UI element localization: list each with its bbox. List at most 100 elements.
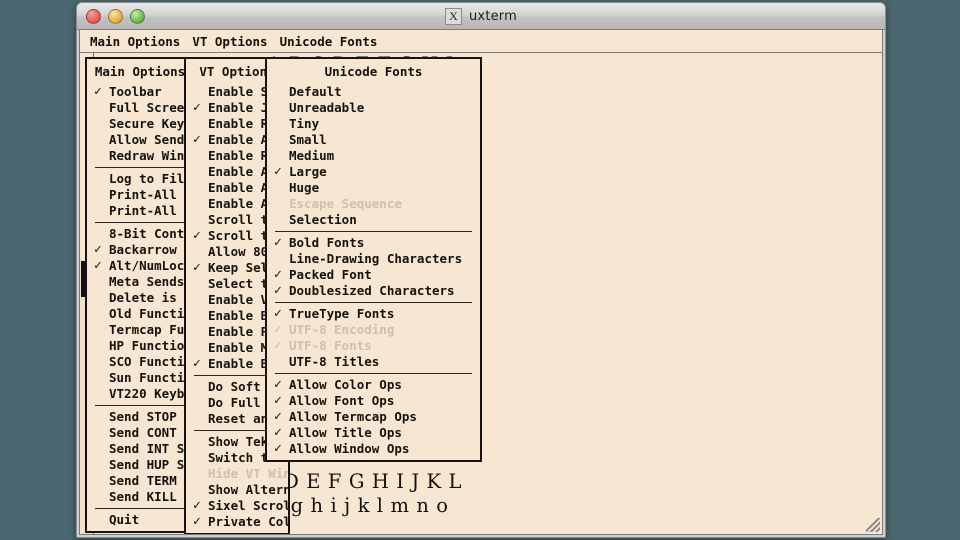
menubar: Main Options VT Options Unicode Fonts	[80, 30, 882, 53]
screen: X uxterm Main Options VT Options Unicode…	[0, 0, 960, 540]
menu-unicode-fonts-item-label: Huge	[289, 180, 319, 195]
window-title-group: X uxterm	[77, 3, 885, 29]
menu-unicode-fonts-item[interactable]: ✓Allow Window Ops	[267, 441, 480, 457]
menu-main-options-item[interactable]: Allow SendEvents	[87, 132, 193, 148]
menu-vt-options-item[interactable]: Show Alternate Screen	[186, 482, 288, 498]
menu-unicode-fonts-separator	[275, 231, 472, 232]
resize-grip[interactable]	[866, 518, 880, 532]
menu-main-options-item-label: Send INT Signal	[109, 441, 193, 456]
menu-unicode-fonts-items: DefaultUnreadableTinySmallMedium✓LargeHu…	[267, 84, 480, 457]
menu-unicode-fonts-item[interactable]: ✓Large	[267, 164, 480, 180]
minimize-button-icon[interactable]	[108, 9, 123, 24]
menu-main-options-item[interactable]: Send HUP Signal	[87, 457, 193, 473]
checkmark-icon: ✓	[94, 84, 106, 100]
menu-main-options-item-label: Backarrow Key (BS/DEL)	[109, 242, 193, 257]
menu-main-options-item-label: Alt/NumLock Modifiers	[109, 258, 193, 273]
menu-main-options-item-label: Print-All on Error	[109, 203, 193, 218]
menu-unicode-fonts-item[interactable]: Medium	[267, 148, 480, 164]
checkmark-icon: ✓	[193, 514, 205, 530]
menu-main-options-item-label: Allow SendEvents	[109, 132, 193, 147]
menu-main-options-title: Main Options	[87, 61, 193, 84]
menu-main-options-item[interactable]: Send KILL Signal	[87, 489, 193, 505]
menu-unicode-fonts-item[interactable]: Default	[267, 84, 480, 100]
menu-main-options-item[interactable]: Secure Keyboard	[87, 116, 193, 132]
menu-unicode-fonts-item[interactable]: Small	[267, 132, 480, 148]
menu-main-options-item[interactable]: SCO Function-Keys	[87, 354, 193, 370]
checkmark-icon: ✓	[274, 322, 286, 338]
menu-main-options-item-label: Log to File	[109, 171, 192, 186]
menu-unicode-fonts-item[interactable]: ✓Doublesized Characters	[267, 283, 480, 299]
menu-main-options-items: ✓ToolbarFull ScreenSecure KeyboardAllow …	[87, 84, 193, 528]
menu-main-options-item[interactable]: ✓Toolbar	[87, 84, 193, 100]
menu-main-options-item[interactable]: Old Function-Keys	[87, 306, 193, 322]
zoom-button-icon[interactable]	[130, 9, 145, 24]
menu-main-options-item[interactable]: Quit	[87, 512, 193, 528]
menu-main-options-item[interactable]: Redraw Window	[87, 148, 193, 164]
menu-main-options[interactable]: Main Options ✓ToolbarFull ScreenSecure K…	[85, 57, 195, 533]
checkmark-icon: ✓	[274, 306, 286, 322]
checkmark-icon: ✓	[193, 132, 205, 148]
menu-vt-options-item[interactable]: ✓Sixel Scrolling	[186, 498, 288, 514]
menu-unicode-fonts-item: Escape Sequence	[267, 196, 480, 212]
checkmark-icon: ✓	[274, 283, 286, 299]
checkmark-icon: ✓	[274, 235, 286, 251]
menu-main-options-item[interactable]: HP Function-Keys	[87, 338, 193, 354]
menu-main-options-item[interactable]: Delete is DEL	[87, 290, 193, 306]
menu-unicode-fonts-item-label: Medium	[289, 148, 334, 163]
checkmark-icon: ✓	[94, 242, 106, 258]
menu-unicode-fonts-item[interactable]: UTF-8 Titles	[267, 354, 480, 370]
menu-main-options-item[interactable]: Send STOP Signal	[87, 409, 193, 425]
menu-main-options-item[interactable]: Print-All on Error	[87, 203, 193, 219]
menu-unicode-fonts-item[interactable]: ✓Allow Color Ops	[267, 377, 480, 393]
menu-main-options-item[interactable]: Full Screen	[87, 100, 193, 116]
menu-unicode-fonts-item-label: Default	[289, 84, 342, 99]
menu-unicode-fonts-item[interactable]: Huge	[267, 180, 480, 196]
menu-unicode-fonts-item-label: Selection	[289, 212, 357, 227]
menu-main-options-item-label: Print-All Immediately	[109, 187, 193, 202]
menu-unicode-fonts-item-label: Allow Font Ops	[289, 393, 394, 408]
menu-unicode-fonts-item[interactable]: ✓Bold Fonts	[267, 235, 480, 251]
menu-unicode-fonts-title: Unicode Fonts	[267, 61, 480, 84]
menu-unicode-fonts-item: ✓UTF-8 Fonts	[267, 338, 480, 354]
menu-unicode-fonts[interactable]: Unicode Fonts DefaultUnreadableTinySmall…	[265, 57, 482, 462]
menu-main-options-item-label: Termcap Function-Keys	[109, 322, 193, 337]
menu-unicode-fonts-item[interactable]: ✓Allow Termcap Ops	[267, 409, 480, 425]
menu-vt-options-item-label: Sixel Scrolling	[208, 498, 288, 513]
menu-main-options-item[interactable]: Send CONT Signal	[87, 425, 193, 441]
menubar-item-main-options[interactable]: Main Options	[84, 34, 186, 49]
menu-unicode-fonts-item[interactable]: ✓TrueType Fonts	[267, 306, 480, 322]
menu-unicode-fonts-item[interactable]: Tiny	[267, 116, 480, 132]
menu-unicode-fonts-item-label: Allow Window Ops	[289, 441, 409, 456]
menu-unicode-fonts-item[interactable]: ✓Allow Font Ops	[267, 393, 480, 409]
terminal-client-area: Main Options VT Options Unicode Fonts r …	[79, 29, 883, 535]
menu-main-options-item[interactable]: Print-All Immediately	[87, 187, 193, 203]
menu-vt-options-item[interactable]: ✓Private Color Registers	[186, 514, 288, 530]
menu-main-options-item[interactable]: VT220 Keyboard	[87, 386, 193, 402]
menu-main-options-item-label: Delete is DEL	[109, 290, 193, 305]
menu-main-options-item-label: SCO Function-Keys	[109, 354, 193, 369]
menu-unicode-fonts-item[interactable]: ✓Packed Font	[267, 267, 480, 283]
menu-main-options-item[interactable]: 8-Bit Controls	[87, 226, 193, 242]
menu-unicode-fonts-item[interactable]: Line-Drawing Characters	[267, 251, 480, 267]
menu-main-options-item[interactable]: ✓Alt/NumLock Modifiers	[87, 258, 193, 274]
close-button-icon[interactable]	[86, 9, 101, 24]
checkmark-icon: ✓	[274, 267, 286, 283]
menu-main-options-item[interactable]: ✓Backarrow Key (BS/DEL)	[87, 242, 193, 258]
menu-main-options-item[interactable]: Meta Sends Escape	[87, 274, 193, 290]
menu-unicode-fonts-item[interactable]: Selection	[267, 212, 480, 228]
menu-unicode-fonts-item[interactable]: Unreadable	[267, 100, 480, 116]
menu-main-options-item[interactable]: Send TERM Signal	[87, 473, 193, 489]
menu-unicode-fonts-item-label: Packed Font	[289, 267, 372, 282]
window-titlebar[interactable]: X uxterm	[77, 3, 885, 30]
menu-main-options-item[interactable]: Termcap Function-Keys	[87, 322, 193, 338]
checkmark-icon: ✓	[94, 258, 106, 274]
menu-unicode-fonts-item[interactable]: ✓Allow Title Ops	[267, 425, 480, 441]
checkmark-icon: ✓	[193, 356, 205, 372]
menubar-item-unicode-fonts[interactable]: Unicode Fonts	[274, 34, 384, 49]
menubar-item-vt-options[interactable]: VT Options	[186, 34, 273, 49]
menu-main-options-item-label: Send KILL Signal	[109, 489, 193, 504]
menu-main-options-item[interactable]: Sun Function-Keys	[87, 370, 193, 386]
menu-unicode-fonts-item-label: Small	[289, 132, 327, 147]
menu-main-options-item[interactable]: Send INT Signal	[87, 441, 193, 457]
menu-main-options-item[interactable]: Log to File	[87, 171, 193, 187]
